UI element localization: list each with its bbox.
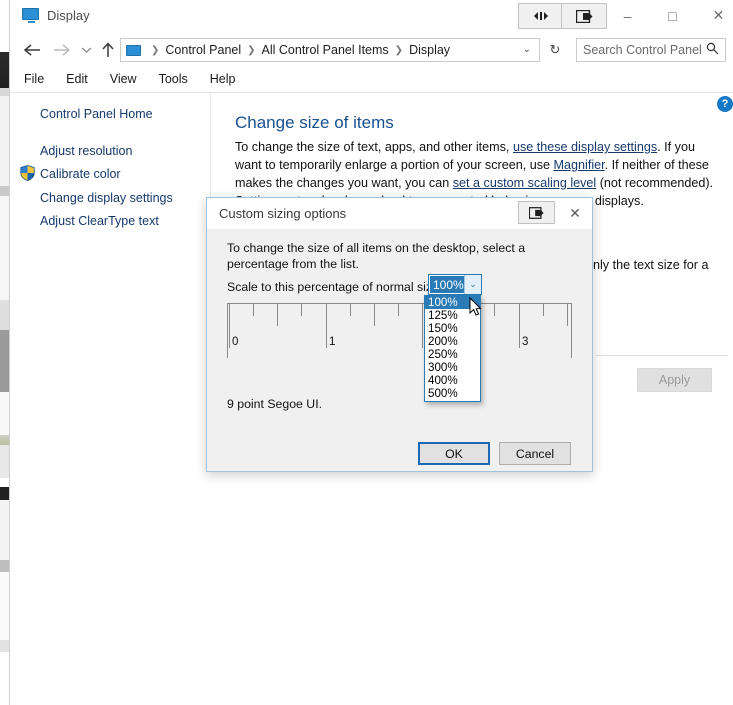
ruler-tick (277, 304, 278, 326)
ruler-tick (301, 304, 302, 316)
search-placeholder: Search Control Panel (583, 43, 702, 57)
close-button[interactable]: ✕ (696, 0, 733, 31)
link-set-custom-scaling-level[interactable]: set a custom scaling level (453, 176, 597, 190)
recent-locations-icon[interactable] (78, 39, 94, 61)
custom-sizing-options-dialog: Custom sizing options ✕ To change the si… (206, 197, 593, 472)
combobox-selected-value: 100% (430, 276, 465, 293)
apply-button[interactable]: Apply (637, 368, 712, 392)
refresh-icon[interactable]: ↻ (543, 38, 567, 62)
scale-percentage-combobox[interactable]: 100% ⌄ (428, 274, 482, 295)
mouse-cursor (469, 296, 482, 317)
menu-view[interactable]: View (110, 72, 137, 86)
sidebar-item-adjust-resolution[interactable]: Adjust resolution (40, 144, 132, 158)
ruler-tick (567, 304, 568, 326)
ok-button[interactable]: OK (418, 442, 490, 465)
ruler-tick (326, 304, 327, 348)
breadcrumb-display[interactable]: Display (409, 43, 450, 57)
sidebar-item-adjust-cleartype-text[interactable]: Adjust ClearType text (40, 214, 159, 228)
maximize-button[interactable]: □ (650, 0, 695, 31)
sidebar-item-control-panel-home[interactable]: Control Panel Home (40, 107, 153, 121)
minimize-button[interactable]: – (605, 0, 650, 31)
desc-part-1: To change the size of text, apps, and ot… (235, 140, 513, 154)
chevron-down-icon[interactable]: ⌄ (523, 44, 531, 55)
dropdown-option[interactable]: 150% (425, 322, 480, 335)
dialog-instructions: To change the size of all items on the d… (227, 241, 526, 271)
sample-font-text: 9 point Segoe UI. (227, 397, 323, 411)
ruler-tick (253, 304, 254, 316)
dialog-close-button[interactable]: ✕ (558, 198, 592, 228)
breadcrumb-all-items[interactable]: All Control Panel Items (262, 43, 389, 57)
menu-tools[interactable]: Tools (159, 72, 188, 86)
scale-percentage-label: Scale to this percentage of normal size: (227, 280, 443, 294)
ruler-tick (543, 304, 544, 316)
ruler-tick (398, 304, 399, 316)
dropdown-option[interactable]: 200% (425, 335, 480, 348)
dialog-title: Custom sizing options (219, 206, 347, 221)
search-input[interactable]: Search Control Panel (576, 38, 726, 62)
background-desktop-strip (0, 0, 9, 705)
breadcrumb-separator: ❯ (151, 44, 160, 56)
ruler-label: 3 (522, 336, 529, 348)
chevron-down-icon[interactable]: ⌄ (464, 275, 481, 294)
resize-arrows-glyph (534, 12, 548, 20)
dropdown-option[interactable]: 400% (425, 374, 480, 387)
menu-help[interactable]: Help (210, 72, 236, 86)
sidebar-item-calibrate-color[interactable]: Calibrate color (40, 167, 121, 181)
window-title: Display (47, 8, 90, 23)
dropdown-option[interactable]: 500% (425, 387, 480, 400)
ruler-label: 1 (329, 336, 336, 348)
ruler-tick (374, 304, 375, 326)
page-title: Change size of items (235, 113, 394, 132)
link-use-these-display-settings[interactable]: use these display settings (513, 140, 657, 154)
ruler-preview: 0 1 3 (227, 303, 572, 358)
ruler-tick (519, 304, 520, 348)
dropdown-option[interactable]: 300% (425, 361, 480, 374)
help-icon[interactable]: ? (717, 96, 733, 112)
cancel-button[interactable]: Cancel (499, 442, 571, 465)
magnifier-icon (706, 42, 719, 58)
uac-shield-icon (20, 165, 35, 181)
up-icon[interactable] (97, 39, 119, 61)
dialog-body: To change the size of all items on the d… (207, 229, 592, 471)
ruler-label: 0 (232, 336, 239, 348)
resize-arrows-icon[interactable] (518, 3, 564, 29)
window-titlebar: Display – □ ✕ (10, 0, 733, 32)
forward-icon[interactable] (51, 39, 73, 61)
ruler-tick (494, 304, 495, 316)
content-horizontal-rule (596, 355, 728, 356)
ruler-tick (422, 304, 423, 348)
dialog-titlebar: Custom sizing options ✕ (207, 198, 592, 229)
menu-edit[interactable]: Edit (66, 72, 88, 86)
ruler-tick (350, 304, 351, 316)
breadcrumb-control-panel[interactable]: Control Panel (165, 43, 241, 57)
address-bar[interactable]: ❯ Control Panel ❯ All Control Panel Item… (120, 38, 540, 62)
move-to-monitor-glyph (575, 9, 592, 23)
move-to-monitor-icon[interactable] (561, 3, 607, 29)
ruler-tick (229, 304, 230, 348)
sidebar-item-change-display-settings[interactable]: Change display settings (40, 191, 173, 205)
navigation-bar: ❯ Control Panel ❯ All Control Panel Item… (10, 32, 733, 66)
menu-file[interactable]: File (24, 72, 44, 86)
back-icon[interactable] (21, 39, 43, 61)
address-monitor-icon (126, 44, 141, 56)
monitor-icon (22, 8, 39, 23)
breadcrumb-separator: ❯ (247, 44, 256, 56)
move-to-monitor-icon[interactable] (518, 201, 555, 224)
menu-bar: File Edit View Tools Help (10, 66, 733, 92)
dropdown-option[interactable]: 250% (425, 348, 480, 361)
secondary-text-fragment: nly the text size for a (593, 258, 709, 272)
breadcrumb-separator: ❯ (394, 44, 404, 56)
link-magnifier[interactable]: Magnifier (554, 158, 605, 172)
screen-root: Display – □ ✕ ❯ Control Panel ❯ All Cont… (0, 0, 733, 705)
